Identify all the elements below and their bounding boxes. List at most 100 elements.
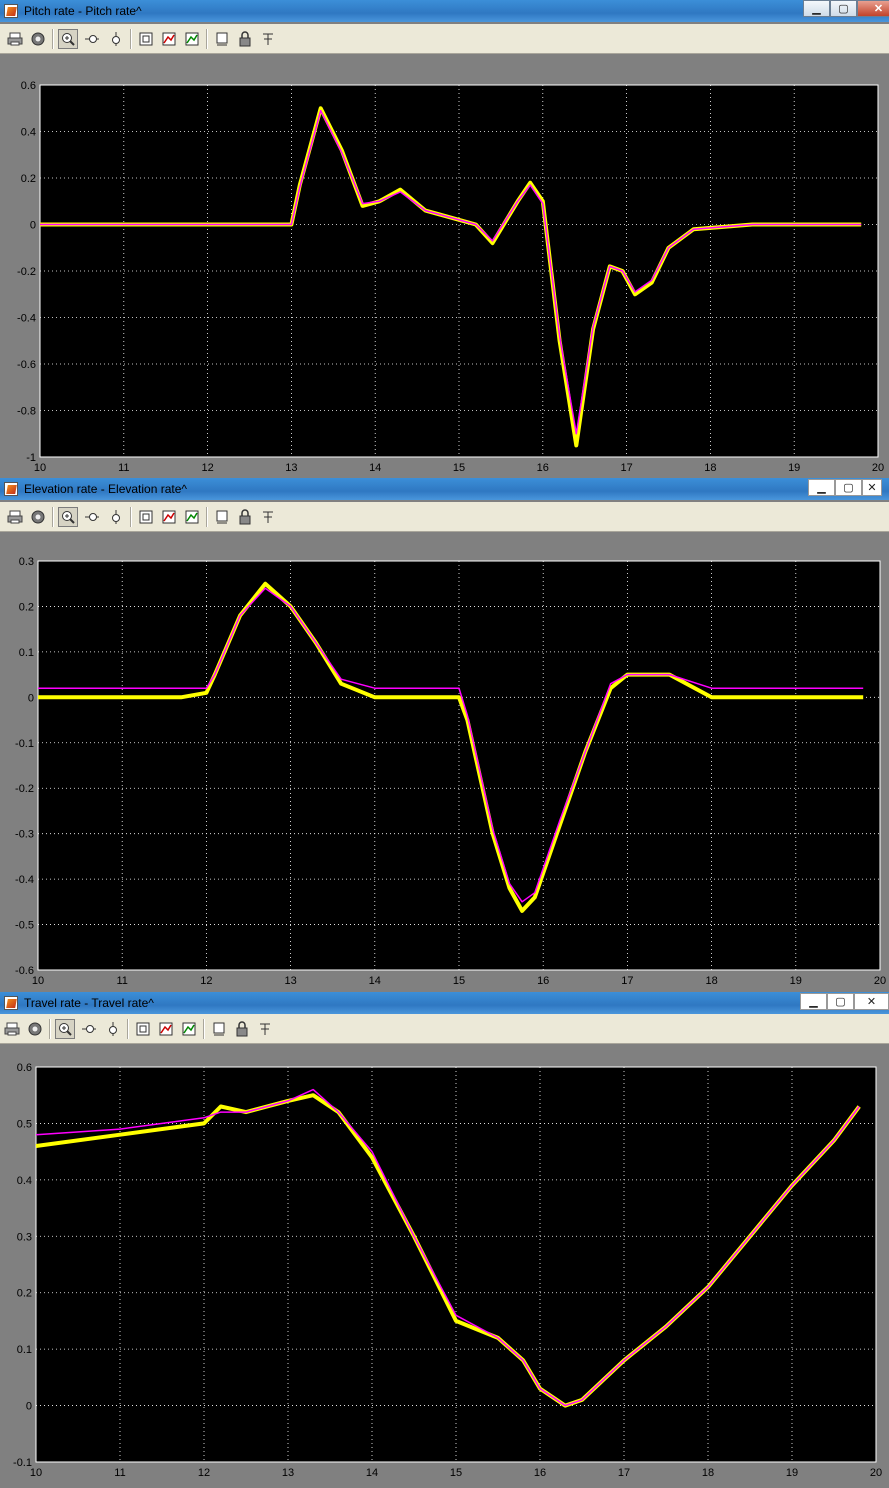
float-icon[interactable] [212,507,232,527]
y-tick-label: -0.6 [17,359,36,371]
simulink-scope-icon [4,4,18,18]
travel-rate-chart: 10 11 12 13 14 15 16 17 18 19 20-0.100.10.20.30.40… [13,1062,882,1479]
restore-axes-icon[interactable] [179,1019,199,1039]
y-tick-label: 0.1 [17,1344,32,1356]
y-tick-label: 0.2 [17,1288,32,1300]
scope-toolbar [0,24,889,54]
parameters-icon[interactable] [28,507,48,527]
parameters-icon[interactable] [28,29,48,49]
window-title: Travel rate - Travel rate^ [24,996,154,1010]
close-button[interactable]: ✕ [854,993,889,1010]
simulink-scope-icon [4,482,18,496]
y-tick-label: -0.6 [15,965,34,977]
lock-icon[interactable] [235,507,255,527]
lock-icon[interactable] [232,1019,252,1039]
print-icon[interactable] [5,29,25,49]
y-tick-label: 0.3 [19,556,34,568]
x-tick-label: 14 [369,975,381,987]
x-tick-label: 13 [285,462,297,474]
y-tick-label: 0.6 [21,80,36,92]
maximize-button[interactable]: ▢ [835,479,862,496]
title-bar[interactable]: Elevation rate - Elevation rate^ ▁ ▢ ✕ [0,478,889,500]
signal-select-icon[interactable] [255,1019,275,1039]
x-tick-label: 16 [534,1467,546,1479]
title-bar[interactable]: Pitch rate - Pitch rate^ ▁ ▢ ✕ [0,0,889,22]
scope-toolbar [0,1014,889,1044]
x-tick-label: 11 [118,462,129,474]
y-tick-label: -0.1 [13,1457,32,1469]
zoom-in-icon[interactable] [55,1019,75,1039]
y-tick-label: 0.2 [21,173,36,185]
zoom-x-icon[interactable] [79,1019,99,1039]
zoom-x-icon[interactable] [82,29,102,49]
zoom-x-icon[interactable] [82,507,102,527]
x-tick-label: 14 [366,1467,378,1479]
window-title: Elevation rate - Elevation rate^ [24,482,188,496]
scope-window-elevation: Elevation rate - Elevation rate^ ▁ ▢ ✕ 1… [0,478,889,992]
lock-icon[interactable] [235,29,255,49]
x-tick-label: 13 [282,1467,294,1479]
x-tick-label: 16 [537,462,549,474]
x-tick-label: 12 [198,1467,210,1479]
x-tick-label: 15 [453,462,465,474]
plot-area: 10 11 12 13 14 15 16 17 18 19 20 -0.6 -0.5 -0.4 -0.3 -0… [0,532,889,992]
restore-axes-icon[interactable] [182,29,202,49]
parameters-icon[interactable] [25,1019,45,1039]
y-tick-label: 0.5 [17,1118,32,1130]
x-tick-label: 18 [704,462,716,474]
autoscale-icon[interactable] [136,507,156,527]
save-axes-icon[interactable] [156,1019,176,1039]
zoom-in-icon[interactable] [58,29,78,49]
y-tick-label: -0.2 [15,783,34,795]
autoscale-icon[interactable] [133,1019,153,1039]
plot-frame [35,1066,877,1463]
y-tick-label: 0 [26,1401,32,1413]
y-tick-label: -0.3 [15,829,34,841]
x-tick-label: 17 [621,975,633,987]
scope-window-pitch: Pitch rate - Pitch rate^ ▁ ▢ ✕ 10 11 12 13 1… [0,0,889,478]
zoom-y-icon[interactable] [103,1019,123,1039]
minimize-button[interactable]: ▁ [803,0,830,17]
float-icon[interactable] [212,29,232,49]
close-button[interactable]: ✕ [857,0,889,17]
x-tick-label: 14 [369,462,381,474]
zoom-y-icon[interactable] [106,507,126,527]
signal-select-icon[interactable] [258,507,278,527]
minimize-button[interactable]: ▁ [808,479,835,496]
save-axes-icon[interactable] [159,507,179,527]
print-icon[interactable] [5,507,25,527]
x-tick-label: 19 [786,1467,798,1479]
float-icon[interactable] [209,1019,229,1039]
close-button[interactable]: ✕ [862,479,882,496]
autoscale-icon[interactable] [136,29,156,49]
x-tick-label: 15 [453,975,465,987]
maximize-button[interactable]: ▢ [827,993,854,1010]
y-tick-label: -0.2 [17,266,36,278]
maximize-button[interactable]: ▢ [830,0,857,17]
zoom-y-icon[interactable] [106,29,126,49]
y-tick-label: -0.5 [15,920,34,932]
title-bar[interactable]: Travel rate - Travel rate^ ▁ ▢ ✕ [0,992,889,1014]
save-axes-icon[interactable] [159,29,179,49]
y-tick-label: 0.4 [21,127,36,139]
y-tick-label: 0 [28,692,34,704]
x-tick-label: 12 [201,462,213,474]
zoom-in-icon[interactable] [58,507,78,527]
plot-area: 10 11 12 13 14 15 16 17 18 19 20 -0.1 0 0.1 0.2 0.3 0.4 0… [0,1044,889,1488]
print-icon[interactable] [2,1019,22,1039]
y-tick-label: 0.3 [17,1231,32,1243]
x-tick-label: 19 [790,975,802,987]
window-title: Pitch rate - Pitch rate^ [24,4,142,18]
elevation-rate-chart: 10 11 12 13 14 15 16 17 18 19 20-0.6-0.5-0.4-0.3-0… [15,556,886,987]
minimize-button[interactable]: ▁ [800,993,827,1010]
signal-select-icon[interactable] [258,29,278,49]
x-tick-label: 11 [116,975,127,987]
y-tick-label: -0.8 [17,406,36,418]
y-tick-label: 0.4 [17,1175,32,1187]
y-tick-label: 0.2 [19,601,34,613]
y-tick-label: 0.1 [19,647,34,659]
x-tick-label: 18 [702,1467,714,1479]
x-tick-label: 13 [284,975,296,987]
restore-axes-icon[interactable] [182,507,202,527]
x-tick-label: 19 [788,462,800,474]
